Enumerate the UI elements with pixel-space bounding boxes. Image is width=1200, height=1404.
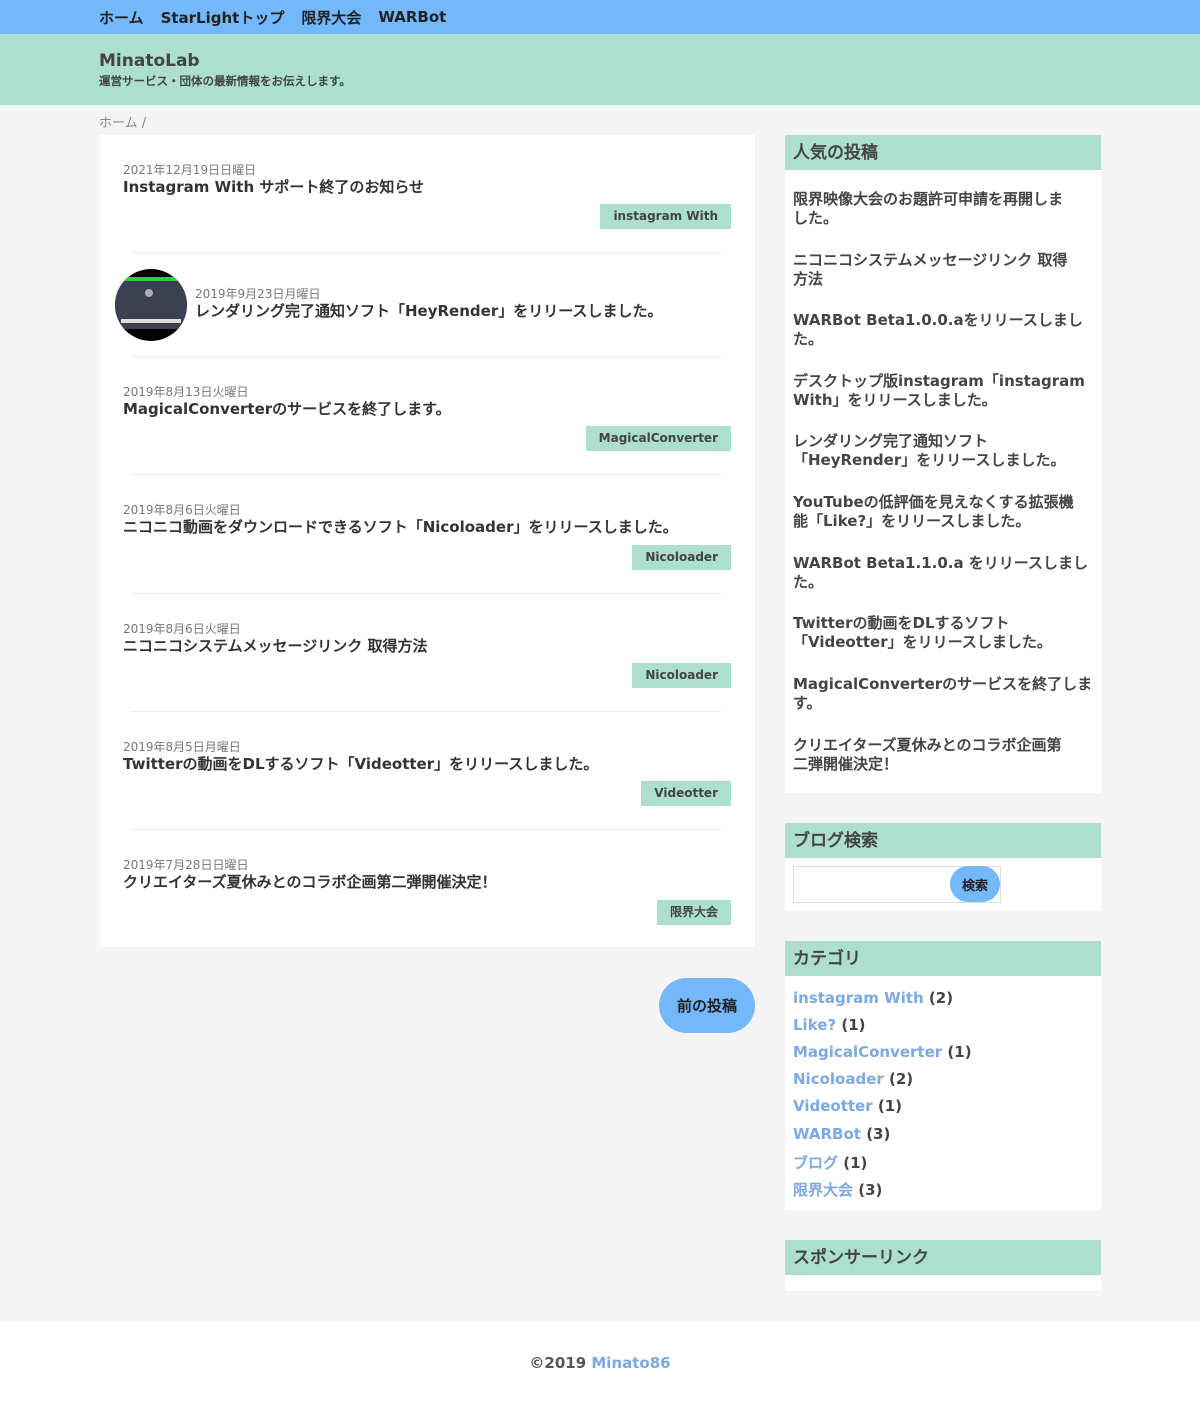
category-item: ブログ (1) bbox=[793, 1154, 868, 1172]
blog-search-heading: ブログ検索 bbox=[785, 823, 1101, 858]
breadcrumb[interactable]: ホーム / bbox=[99, 112, 146, 131]
category-item: Nicoloader (2) bbox=[793, 1070, 914, 1088]
popular-post-link[interactable]: Twitterの動画をDLするソフト 「Videotter」をリリースしました。 bbox=[793, 614, 1093, 652]
category-link[interactable]: Nicoloader bbox=[793, 1070, 884, 1088]
category-link[interactable]: WARBot bbox=[793, 1125, 861, 1143]
nav-starlight-top[interactable]: StarLightトップ bbox=[161, 7, 285, 28]
category-link[interactable]: MagicalConverter bbox=[793, 1043, 942, 1061]
post-title[interactable]: レンダリング完了通知ソフト「HeyRender」をリリースしました。 bbox=[195, 300, 662, 321]
site-description: 運営サービス・団体の最新情報をお伝えします。 bbox=[99, 74, 351, 88]
post-title[interactable]: MagicalConverterのサービスを終了します。 bbox=[123, 398, 451, 419]
sponsor-link-widget: スポンサーリンク bbox=[785, 1240, 1101, 1291]
category-item: Videotter (1) bbox=[793, 1097, 903, 1115]
popular-post-link[interactable]: WARBot Beta1.1.0.a をリリースしまし た。 bbox=[793, 554, 1093, 592]
divider bbox=[131, 711, 721, 712]
category-link[interactable]: Videotter bbox=[793, 1097, 873, 1115]
post-title[interactable]: Twitterの動画をDLするソフト「Videotter」をリリースしました。 bbox=[123, 753, 598, 774]
category-item: instagram With (2) bbox=[793, 989, 954, 1007]
post-title[interactable]: ニコニコ動画をダウンロードできるソフト「Nicoloader」をリリースしました… bbox=[123, 516, 678, 537]
category-link[interactable]: ブログ bbox=[793, 1154, 838, 1172]
category-item: MagicalConverter (1) bbox=[793, 1043, 972, 1061]
post-tag[interactable]: 限界大会 bbox=[656, 900, 731, 925]
nav-home[interactable]: ホーム bbox=[99, 7, 144, 28]
nav-warbot[interactable]: WARBot bbox=[378, 8, 446, 26]
post-thumbnail[interactable] bbox=[115, 269, 187, 341]
post-tag[interactable]: Nicoloader bbox=[632, 545, 731, 570]
category-widget: カテゴリ instagram With (2) Like? (1) Magica… bbox=[785, 941, 1101, 1210]
post-tag[interactable]: Videotter bbox=[641, 781, 731, 806]
category-link[interactable]: Like? bbox=[793, 1016, 836, 1034]
previous-posts-button[interactable]: 前の投稿 bbox=[659, 978, 755, 1033]
site-header: MinatoLab 運営サービス・団体の最新情報をお伝えします。 bbox=[0, 34, 1200, 105]
category-item: 限界大会 (3) bbox=[793, 1181, 883, 1199]
copyright: ©2019 bbox=[529, 1354, 587, 1372]
popular-post-link[interactable]: YouTubeの低評価を見えなくする拡張機 能「Like?」をリリースしました。 bbox=[793, 493, 1093, 531]
post-tag[interactable]: Nicoloader bbox=[632, 663, 731, 688]
popular-post-link[interactable]: デスクトップ版instagram「instagram With」をリリースしました… bbox=[793, 372, 1093, 410]
nav-genkai-taikai[interactable]: 限界大会 bbox=[301, 7, 361, 28]
author-link[interactable]: Minato86 bbox=[591, 1354, 670, 1372]
post-title[interactable]: Instagram With サポート終了のお知らせ bbox=[123, 176, 424, 197]
top-nav: ホーム StarLightトップ 限界大会 WARBot bbox=[0, 0, 1200, 34]
popular-post-link[interactable]: レンダリング完了通知ソフト 「HeyRender」をリリースしました。 bbox=[793, 432, 1093, 470]
divider bbox=[131, 829, 721, 830]
category-link[interactable]: 限界大会 bbox=[793, 1181, 853, 1199]
category-item: WARBot (3) bbox=[793, 1125, 891, 1143]
popular-post-link[interactable]: ニコニコシステムメッセージリンク 取得 方法 bbox=[793, 251, 1093, 289]
divider bbox=[131, 356, 721, 357]
category-item: Like? (1) bbox=[793, 1016, 866, 1034]
blog-search-widget: ブログ検索 検索 bbox=[785, 823, 1101, 911]
sponsor-link-heading: スポンサーリンク bbox=[785, 1240, 1101, 1275]
divider bbox=[131, 593, 721, 594]
popular-post-link[interactable]: MagicalConverterのサービスを終了しま す。 bbox=[793, 675, 1093, 713]
divider bbox=[131, 252, 721, 253]
site-title[interactable]: MinatoLab bbox=[99, 51, 1200, 71]
popular-post-link[interactable]: クリエイターズ夏休みとのコラボ企画第 二弾開催決定！ bbox=[793, 736, 1093, 774]
footer: ©2019 Minato86 bbox=[0, 1321, 1200, 1404]
popular-post-link[interactable]: WARBot Beta1.0.0.aをリリースしまし た。 bbox=[793, 311, 1093, 349]
popular-posts-heading: 人気の投稿 bbox=[785, 135, 1101, 170]
category-link[interactable]: instagram With bbox=[793, 989, 924, 1007]
post-title[interactable]: クリエイターズ夏休みとのコラボ企画第二弾開催決定！ bbox=[123, 871, 497, 892]
popular-post-link[interactable]: 限界映像大会のお題許可申請を再開しま した。 bbox=[793, 190, 1093, 228]
popular-posts-widget: 人気の投稿 限界映像大会のお題許可申請を再開しま した。 ニコニコシステムメッセー… bbox=[785, 135, 1101, 793]
category-heading: カテゴリ bbox=[785, 941, 1101, 976]
search-button[interactable]: 検索 bbox=[950, 866, 1000, 902]
post-title[interactable]: ニコニコシステムメッセージリンク 取得方法 bbox=[123, 635, 427, 656]
divider bbox=[131, 474, 721, 475]
post-list: 2021年12月19日日曜日 Instagram With サポート終了のお知ら… bbox=[100, 135, 755, 947]
post-tag[interactable]: instagram With bbox=[600, 204, 731, 229]
post-tag[interactable]: MagicalConverter bbox=[585, 426, 731, 451]
